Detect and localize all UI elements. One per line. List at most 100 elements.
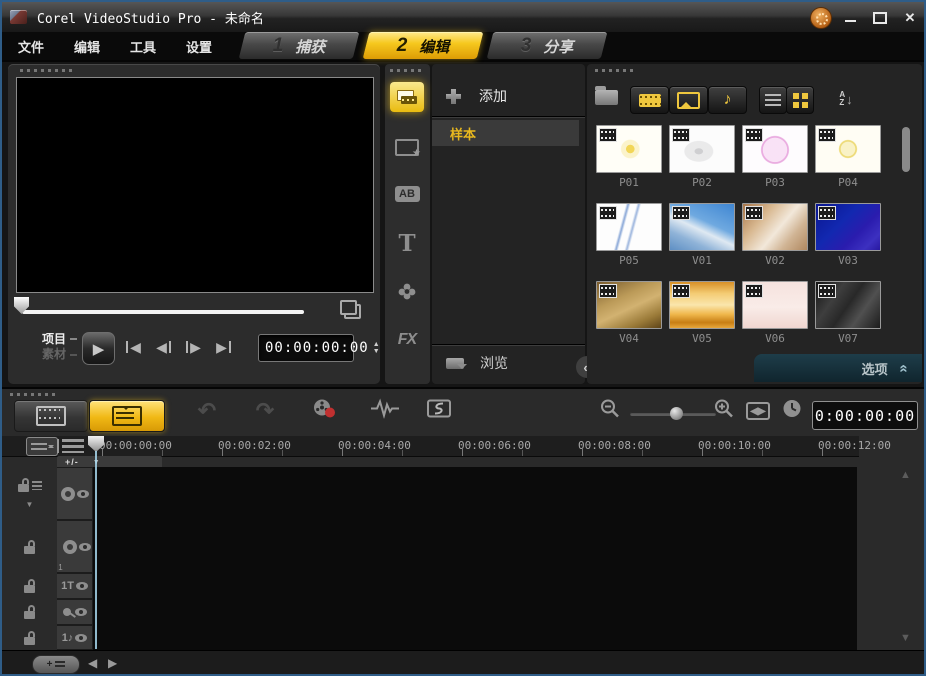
nav-ab-button[interactable]: AB <box>390 179 424 209</box>
gallery-scrollbar[interactable] <box>902 124 910 374</box>
gallery-item[interactable]: V07 <box>815 281 881 345</box>
voice-track-lane[interactable] <box>93 599 857 626</box>
tracks-scroll-up-icon[interactable]: ▲ <box>900 469 911 481</box>
maximize-button[interactable] <box>868 9 892 26</box>
timecode-down-icon[interactable]: ▼ <box>373 348 380 355</box>
timecode-up-icon[interactable]: ▲ <box>373 341 380 348</box>
redo-button[interactable]: ↷ <box>256 398 274 424</box>
scrubber-track[interactable] <box>22 310 304 314</box>
nav-media-button[interactable] <box>390 82 424 112</box>
gallery-item[interactable]: V06 <box>742 281 808 345</box>
close-button[interactable]: ✕ <box>898 9 922 26</box>
corel-badge-icon[interactable] <box>810 7 832 29</box>
add-button[interactable]: 添加 <box>432 76 585 117</box>
prev-frame-button[interactable]: ◀ <box>152 336 175 358</box>
zoom-in-button[interactable] <box>713 398 735 425</box>
list-view-button[interactable] <box>759 86 787 114</box>
scroll-right-icon[interactable]: ▶ <box>108 656 117 670</box>
show-all-tracks-button[interactable] <box>62 439 84 453</box>
track-visibility-icon[interactable] <box>77 490 89 498</box>
panel-grip[interactable] <box>20 69 76 72</box>
panel-grip[interactable] <box>390 69 424 72</box>
tab-capture[interactable]: 1 捕获 <box>238 32 360 60</box>
track-visibility-icon[interactable] <box>79 543 91 551</box>
clip-mode-label[interactable]: 素材 <box>42 347 66 362</box>
options-button[interactable]: 选项 « <box>754 354 922 382</box>
title-bar[interactable]: Corel VideoStudio Pro - 未命名 <box>2 2 924 32</box>
go-start-button[interactable]: ◀ <box>122 336 145 358</box>
video-track-lane[interactable] <box>93 467 857 521</box>
music-track-lane[interactable] <box>93 625 857 651</box>
ripple-lock-icon[interactable] <box>18 484 29 492</box>
swap-track-button[interactable]: + <box>32 655 80 674</box>
scroll-left-icon[interactable]: ◀ <box>88 656 97 670</box>
nav-graphics-button[interactable] <box>390 276 424 306</box>
next-frame-button[interactable]: ▶ <box>182 336 205 358</box>
browse-button[interactable]: 浏览 <box>432 345 585 380</box>
filter-photo-button[interactable] <box>669 86 708 114</box>
preview-timecode[interactable]: 00:00:00:00 ▲ ▼ <box>258 334 354 362</box>
project-duration-button[interactable] <box>782 399 802 424</box>
open-folder-button[interactable] <box>595 90 618 105</box>
filter-video-button[interactable] <box>630 86 669 114</box>
nav-filter-button[interactable]: FX <box>390 325 424 355</box>
title-track-lane[interactable] <box>93 573 857 600</box>
overlay-track-header[interactable]: 1 <box>57 520 93 573</box>
project-mode-label[interactable]: 项目 <box>42 332 66 347</box>
title-track-header[interactable]: 1T <box>57 573 93 599</box>
tracks-scroll-down-icon[interactable]: ▼ <box>900 632 911 644</box>
panel-grip[interactable] <box>10 393 58 396</box>
tab-share[interactable]: 3 分享 <box>486 32 608 60</box>
overlay-track-lane[interactable] <box>93 520 857 574</box>
lock-icon[interactable] <box>24 611 35 619</box>
play-button[interactable]: ▶ <box>82 332 115 365</box>
nav-title-button[interactable]: T <box>390 229 424 259</box>
timeline-zoom-slider[interactable] <box>630 412 716 416</box>
zoom-out-button[interactable] <box>599 398 621 425</box>
track-visibility-icon[interactable] <box>76 582 88 590</box>
menu-tools[interactable]: 工具 <box>130 37 156 56</box>
zoom-slider-thumb[interactable] <box>670 407 683 420</box>
gallery-item[interactable]: V05 <box>669 281 735 345</box>
track-manager-button[interactable] <box>26 437 58 456</box>
undo-button[interactable]: ↶ <box>198 398 216 424</box>
panel-grip[interactable] <box>595 69 635 72</box>
video-track-header[interactable] <box>57 467 93 520</box>
record-capture-button[interactable] <box>311 398 337 425</box>
lock-icon[interactable] <box>24 585 35 593</box>
gallery-item[interactable]: V02 <box>742 203 808 267</box>
lock-icon[interactable] <box>24 637 35 645</box>
storyboard-view-button[interactable] <box>14 400 88 432</box>
instant-project-button[interactable] <box>425 398 453 425</box>
track-visibility-icon[interactable] <box>75 608 87 616</box>
gallery-item[interactable]: V03 <box>815 203 881 267</box>
lock-icon[interactable] <box>24 546 35 554</box>
gallery-item[interactable]: P01 <box>596 125 662 189</box>
nav-transition-button[interactable] <box>390 132 424 162</box>
ripple-list-icon[interactable] <box>32 481 42 490</box>
menu-edit[interactable]: 编辑 <box>74 37 100 56</box>
timeline-ruler[interactable]: 00:00:00:00 00:00:02:00 00:00:04:00 00:0… <box>2 436 859 457</box>
go-end-button[interactable]: ▶ <box>212 336 235 358</box>
fit-project-button[interactable]: ◀▶ <box>746 402 770 420</box>
menu-file[interactable]: 文件 <box>18 37 44 56</box>
library-item-sample[interactable]: 样本 <box>432 120 579 146</box>
minimize-button[interactable] <box>838 9 862 26</box>
sound-mixer-button[interactable] <box>370 399 400 424</box>
gallery-item[interactable]: V04 <box>596 281 662 345</box>
gallery-item[interactable]: P02 <box>669 125 735 189</box>
timeline-view-button[interactable] <box>89 400 165 432</box>
menu-settings[interactable]: 设置 <box>186 37 212 56</box>
enlarge-preview-icon[interactable] <box>344 304 361 319</box>
gallery-item[interactable]: V01 <box>669 203 735 267</box>
gallery-item[interactable]: P05 <box>596 203 662 267</box>
gallery-item[interactable]: P03 <box>742 125 808 189</box>
track-visibility-icon[interactable] <box>75 634 87 642</box>
music-track-header[interactable]: 1♪ <box>57 625 93 650</box>
expand-tracks-icon[interactable]: ▼ <box>26 500 34 509</box>
thumbnail-view-button[interactable] <box>786 86 814 114</box>
timeline-timecode[interactable]: 0:00:00:00 <box>812 401 918 430</box>
tab-edit[interactable]: 2 编辑 <box>362 32 484 60</box>
filter-audio-button[interactable]: ♪ <box>708 86 747 114</box>
voice-track-header[interactable] <box>57 599 93 625</box>
